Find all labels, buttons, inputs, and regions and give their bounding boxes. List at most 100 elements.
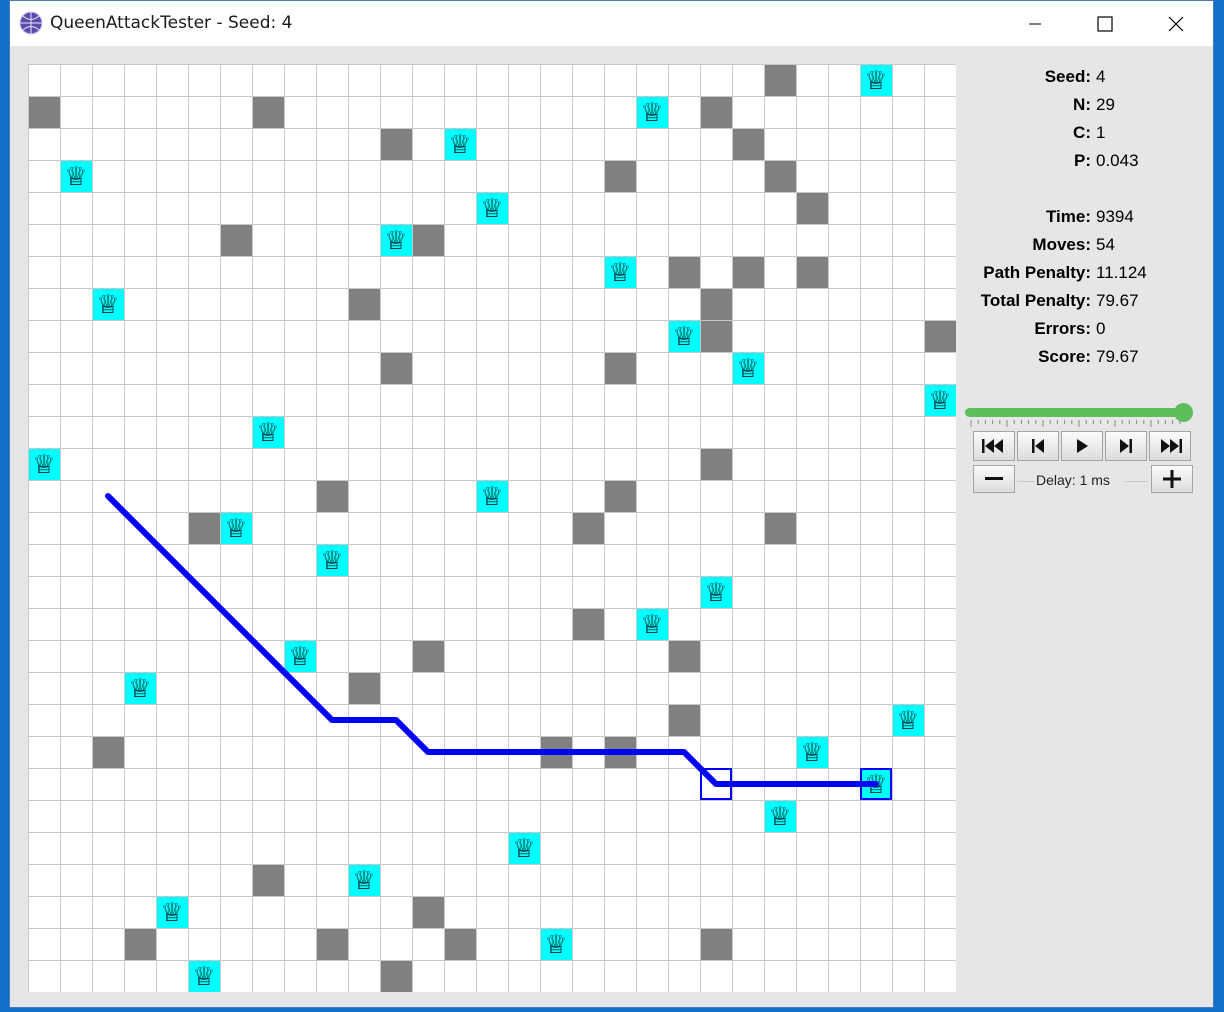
p-label: P: bbox=[1074, 151, 1091, 170]
wall-cell bbox=[572, 608, 604, 640]
queen-icon: ♕ bbox=[320, 546, 343, 576]
queen-icon: ♕ bbox=[864, 66, 887, 96]
wall-cell bbox=[700, 288, 732, 320]
n-label: N: bbox=[1073, 95, 1091, 114]
title-bar[interactable]: QueenAttackTester - Seed: 4 bbox=[10, 1, 1213, 46]
errors-value: 0 bbox=[1096, 319, 1106, 338]
maximize-button[interactable] bbox=[1070, 1, 1140, 46]
wall-cell bbox=[444, 928, 476, 960]
wall-cell bbox=[604, 160, 636, 192]
errors-row: Errors: 0 bbox=[970, 319, 1105, 343]
seed-label: Seed: bbox=[1044, 67, 1091, 86]
wall-cell bbox=[124, 928, 156, 960]
slider-ticks bbox=[970, 420, 1181, 427]
c-label: C: bbox=[1073, 123, 1091, 142]
skip-to-end-icon bbox=[1161, 439, 1182, 453]
increase-delay-button[interactable] bbox=[1151, 465, 1193, 493]
delay-divider-right bbox=[1125, 481, 1148, 482]
time-value: 9394 bbox=[1096, 207, 1134, 226]
wall-cell bbox=[412, 896, 444, 928]
skip-to-end-button[interactable] bbox=[1149, 431, 1191, 461]
queen-icon: ♕ bbox=[480, 194, 503, 224]
wall-cell bbox=[700, 448, 732, 480]
wall-cell bbox=[604, 480, 636, 512]
wall-cell bbox=[764, 64, 796, 96]
c-value: 1 bbox=[1096, 123, 1106, 142]
minimize-button[interactable] bbox=[1000, 1, 1070, 46]
queen-icon: ♕ bbox=[160, 898, 183, 928]
wall-cell bbox=[92, 736, 124, 768]
wall-cell bbox=[924, 320, 956, 352]
queen-icon: ♕ bbox=[384, 226, 407, 256]
wall-cell bbox=[316, 480, 348, 512]
step-back-button[interactable] bbox=[1017, 431, 1059, 461]
wall-cell bbox=[220, 224, 252, 256]
delay-label: Delay: 1 ms bbox=[1036, 472, 1110, 488]
queen-icon: ♕ bbox=[544, 930, 567, 960]
errors-label: Errors: bbox=[1034, 319, 1091, 338]
queen-icon: ♕ bbox=[896, 706, 919, 736]
game-board[interactable]: ♕ ♕ ♕ ♕ ♕ ♕ ♕ ♕ ♕ ♕ ♕ ♕ ♕ ♕ ♕ ♕ ♕ ♕ ♕ ♕ ♕ ♕ ♕ ♕ ♕ ♕ ♕ ♕ ♕ bbox=[28, 64, 956, 992]
score-label: Score: bbox=[1038, 347, 1091, 366]
play-button[interactable] bbox=[1061, 431, 1103, 461]
total-penalty-row: Total Penalty: 79.67 bbox=[970, 291, 1139, 315]
wall-cell bbox=[252, 96, 284, 128]
wall-cell bbox=[604, 352, 636, 384]
skip-to-start-icon bbox=[982, 439, 1003, 453]
app-window: QueenAttackTester - Seed: 4 ♕ ♕ ♕ ♕ ♕ ♕ ♕ ♕ ♕ ♕ ♕ ♕… bbox=[9, 0, 1214, 1008]
wall-cell bbox=[348, 672, 380, 704]
queen-icon: ♕ bbox=[640, 610, 663, 640]
wall-cell bbox=[668, 640, 700, 672]
path-penalty-label: Path Penalty: bbox=[983, 263, 1091, 282]
path-penalty-row: Path Penalty: 11.124 bbox=[970, 263, 1146, 287]
wall-cell bbox=[188, 512, 220, 544]
moves-row: Moves: 54 bbox=[970, 235, 1115, 259]
skip-to-start-button[interactable] bbox=[973, 431, 1015, 461]
queen-icon: ♕ bbox=[288, 642, 311, 672]
queen-icon: ♕ bbox=[736, 354, 759, 384]
wall-cell bbox=[700, 96, 732, 128]
wall-cell bbox=[732, 256, 764, 288]
playback-slider[interactable] bbox=[965, 408, 1180, 417]
app-globe-icon bbox=[19, 11, 43, 35]
queen-icon: ♕ bbox=[128, 674, 151, 704]
wall-cell bbox=[412, 224, 444, 256]
wall-cell bbox=[668, 704, 700, 736]
queen-icon: ♕ bbox=[928, 386, 951, 416]
wall-cell bbox=[28, 96, 60, 128]
p-value: 0.043 bbox=[1096, 151, 1139, 170]
queen-icon: ♕ bbox=[224, 514, 247, 544]
wall-cell bbox=[796, 256, 828, 288]
time-row: Time: 9394 bbox=[970, 207, 1134, 231]
minus-icon bbox=[985, 477, 1003, 480]
board-grid[interactable]: ♕♕♕♕♕♕♕♕♕♕♕♕♕♕♕♕♕♕♕♕♕♕♕♕♕♕♕♕♕ bbox=[28, 64, 956, 992]
score-row: Score: 79.67 bbox=[970, 347, 1139, 371]
wall-cell bbox=[348, 288, 380, 320]
queen-icon: ♕ bbox=[64, 162, 87, 192]
wall-cell bbox=[796, 192, 828, 224]
delay-divider-left bbox=[1017, 481, 1034, 482]
moves-value: 54 bbox=[1096, 235, 1115, 254]
close-button[interactable] bbox=[1141, 1, 1211, 46]
wall-cell bbox=[572, 512, 604, 544]
queen-icon: ♕ bbox=[32, 450, 55, 480]
score-value: 79.67 bbox=[1096, 347, 1139, 366]
queen-icon: ♕ bbox=[256, 418, 279, 448]
queen-icon: ♕ bbox=[768, 802, 791, 832]
window-title: QueenAttackTester - Seed: 4 bbox=[50, 13, 293, 33]
queen-icon: ♕ bbox=[640, 98, 663, 128]
queen-icon: ♕ bbox=[480, 482, 503, 512]
queen-icon: ♕ bbox=[192, 962, 215, 992]
wall-cell bbox=[764, 512, 796, 544]
decrease-delay-button[interactable] bbox=[973, 465, 1015, 493]
total-penalty-value: 79.67 bbox=[1096, 291, 1139, 310]
wall-cell bbox=[668, 256, 700, 288]
queen-icon: ♕ bbox=[672, 322, 695, 352]
wall-cell bbox=[700, 928, 732, 960]
play-icon bbox=[1077, 439, 1088, 453]
queen-icon: ♕ bbox=[352, 866, 375, 896]
n-value: 29 bbox=[1096, 95, 1115, 114]
wall-cell bbox=[252, 864, 284, 896]
wall-cell bbox=[380, 960, 412, 992]
step-forward-button[interactable] bbox=[1105, 431, 1147, 461]
